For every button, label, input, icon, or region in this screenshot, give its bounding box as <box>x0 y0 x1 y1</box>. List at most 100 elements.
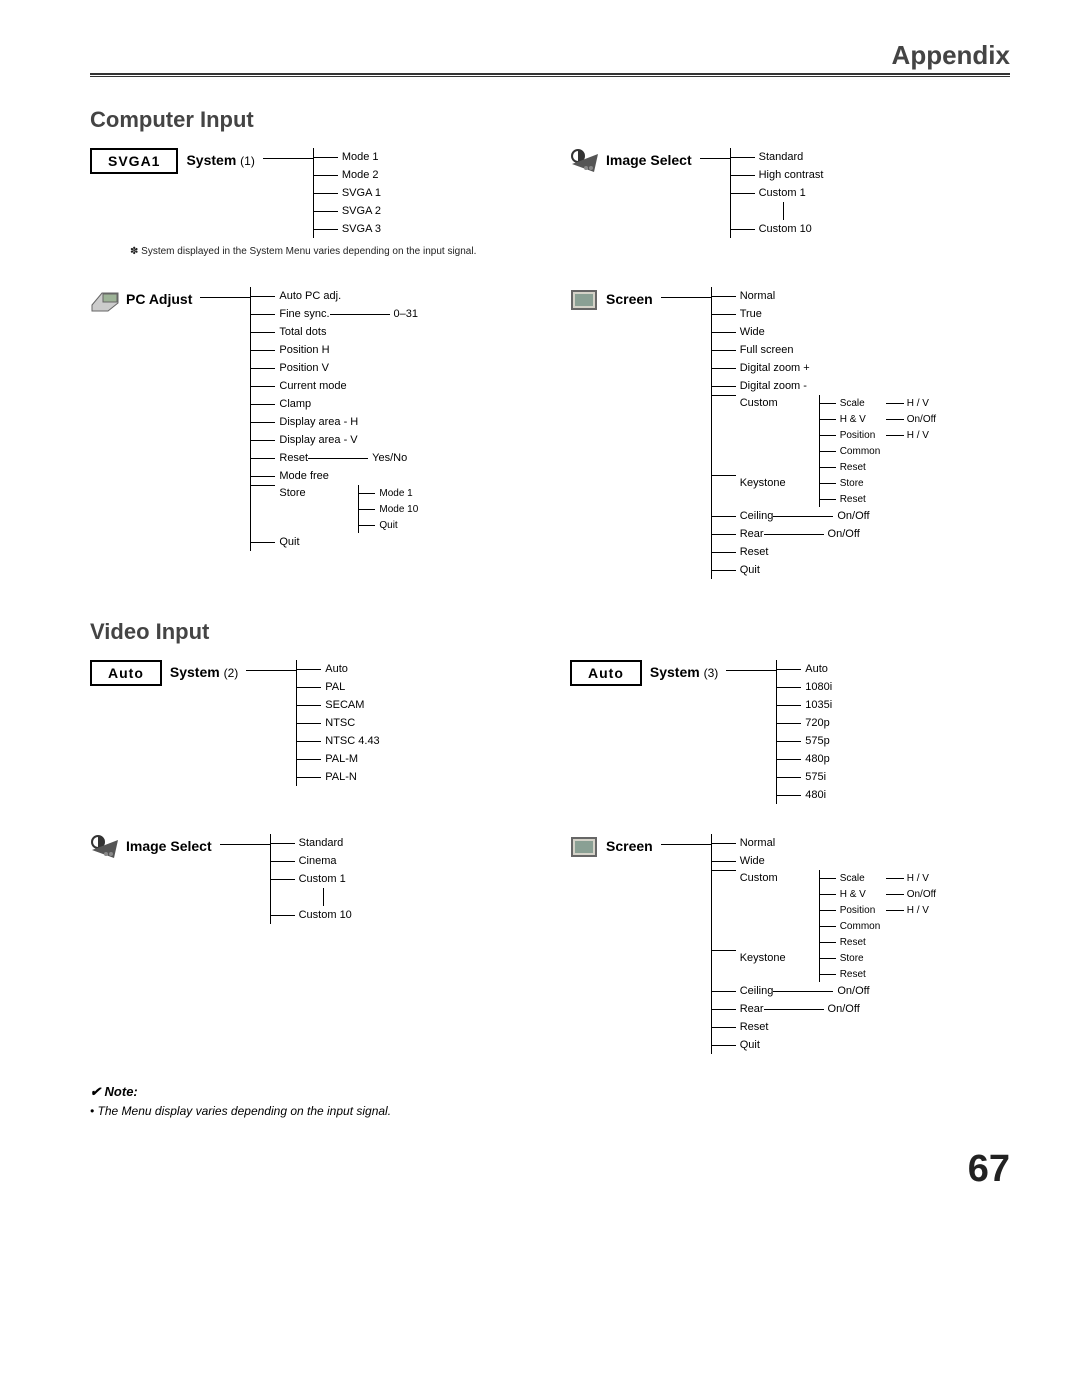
tree-item: Mode 1 <box>314 148 381 166</box>
tree-item: Current mode <box>251 377 418 395</box>
tree-item: Custom 1 <box>271 870 352 888</box>
tree-item: Display area - H <box>251 413 418 431</box>
tree-item: NTSC 4.43 <box>297 732 379 750</box>
tree-item: Digital zoom - <box>712 377 936 395</box>
image-select-title-2: Image Select <box>126 834 212 854</box>
tree-item: PAL-M <box>297 750 379 768</box>
tree-item: Custom 1 <box>731 184 824 202</box>
tree-item: Digital zoom + <box>712 359 936 377</box>
tree-item: CustomScaleH / VH & VOn/OffPositionH / V… <box>712 395 936 475</box>
tree-item: 1035i <box>777 696 832 714</box>
image-select-icon <box>570 148 600 174</box>
tree-item: CeilingOn/Off <box>712 982 936 1000</box>
svga1-box: SVGA1 <box>90 148 178 174</box>
tree-item: True <box>712 305 936 323</box>
section-video-input: Video Input <box>90 619 1010 645</box>
tree-item: Custom 10 <box>731 220 824 238</box>
tree-item: 1080i <box>777 678 832 696</box>
tree-item: Fine sync.0–31 <box>251 305 418 323</box>
auto-box-1: Auto <box>90 660 162 686</box>
tree-item: KeystoneStoreReset <box>712 950 936 982</box>
tree-item: Position V <box>251 359 418 377</box>
tree-item: Auto <box>777 660 832 678</box>
system1-title: System (1) <box>186 148 254 168</box>
tree-item: PAL <box>297 678 379 696</box>
tree-sub-item: Reset <box>820 934 936 950</box>
tree-item: Position H <box>251 341 418 359</box>
tree-item: Auto <box>297 660 379 678</box>
section-computer-input: Computer Input <box>90 107 1010 133</box>
screen-icon-2 <box>570 834 600 860</box>
tree-item: Reset <box>712 543 936 561</box>
tree-item: Normal <box>712 287 936 305</box>
tree-item: ResetYes/No <box>251 449 418 467</box>
tree-item: Quit <box>251 533 418 551</box>
tree-sub-item: Reset <box>820 966 866 982</box>
tree-item: Reset <box>712 1018 936 1036</box>
tree-sub-item: Quit <box>359 517 418 533</box>
tree-sub-item: Common <box>820 443 936 459</box>
tree-item: Clamp <box>251 395 418 413</box>
tree-item: Mode free <box>251 467 418 485</box>
tree-item: Display area - V <box>251 431 418 449</box>
tree-item: Wide <box>712 323 936 341</box>
tree-item: 480p <box>777 750 832 768</box>
check-icon: ✔ <box>90 1084 101 1099</box>
tree-sub-item: H & VOn/Off <box>820 411 936 427</box>
tree-item: CustomScaleH / VH & VOn/OffPositionH / V… <box>712 870 936 950</box>
tree-sub-item: Reset <box>820 459 936 475</box>
tree-item: Auto PC adj. <box>251 287 418 305</box>
system2-title: System (2) <box>170 660 238 680</box>
tree-item: SVGA 3 <box>314 220 381 238</box>
tree-sub-item: PositionH / V <box>820 427 936 443</box>
tree-sub-item: Common <box>820 918 936 934</box>
tree-item: StoreMode 1Mode 10Quit <box>251 485 418 533</box>
note-block: ✔ Note: • The Menu display varies depend… <box>90 1084 1010 1118</box>
tree-item: Full screen <box>712 341 936 359</box>
image-select-title: Image Select <box>606 148 692 168</box>
tree-item: Quit <box>712 1036 936 1054</box>
tree-item: Wide <box>712 852 936 870</box>
page-number: 67 <box>90 1148 1010 1191</box>
tree-item: Normal <box>712 834 936 852</box>
tree-item: Cinema <box>271 852 352 870</box>
screen-icon <box>570 287 600 313</box>
note-title: Note: <box>105 1084 138 1099</box>
screen-title-2: Screen <box>606 834 653 854</box>
tree-sub-item: PositionH / V <box>820 902 936 918</box>
tree-item: 480i <box>777 786 832 804</box>
tree-item: RearOn/Off <box>712 1000 936 1018</box>
tree-sub-item: Mode 10 <box>359 501 418 517</box>
pc-adjust-icon <box>90 287 120 313</box>
tree-item: 720p <box>777 714 832 732</box>
tree-item: SVGA 2 <box>314 202 381 220</box>
system3-title: System (3) <box>650 660 718 680</box>
tree-item: 575i <box>777 768 832 786</box>
tree-item: PAL-N <box>297 768 379 786</box>
tree-sub-item: Mode 1 <box>359 485 418 501</box>
tree-item: Mode 2 <box>314 166 381 184</box>
tree-sub-item: Reset <box>820 491 866 507</box>
screen-title: Screen <box>606 287 653 307</box>
tree-item: Total dots <box>251 323 418 341</box>
tree-item: Standard <box>731 148 824 166</box>
tree-item: SECAM <box>297 696 379 714</box>
tree-item: KeystoneStoreReset <box>712 475 936 507</box>
system-footnote: ✽ System displayed in the System Menu va… <box>130 246 530 257</box>
image-select-icon-2 <box>90 834 120 860</box>
page-header: Appendix <box>90 40 1010 75</box>
tree-sub-item: ScaleH / V <box>820 395 936 411</box>
tree-item: Standard <box>271 834 352 852</box>
tree-item: SVGA 1 <box>314 184 381 202</box>
tree-sub-item: ScaleH / V <box>820 870 936 886</box>
tree-sub-item: Store <box>820 475 866 491</box>
tree-item: NTSC <box>297 714 379 732</box>
tree-item: CeilingOn/Off <box>712 507 936 525</box>
tree-item: Custom 10 <box>271 906 352 924</box>
tree-item: 575p <box>777 732 832 750</box>
tree-item: High contrast <box>731 166 824 184</box>
pc-adjust-title: PC Adjust <box>126 287 192 307</box>
tree-item: RearOn/Off <box>712 525 936 543</box>
tree-sub-item: Store <box>820 950 866 966</box>
note-body: • The Menu display varies depending on t… <box>90 1104 1010 1118</box>
